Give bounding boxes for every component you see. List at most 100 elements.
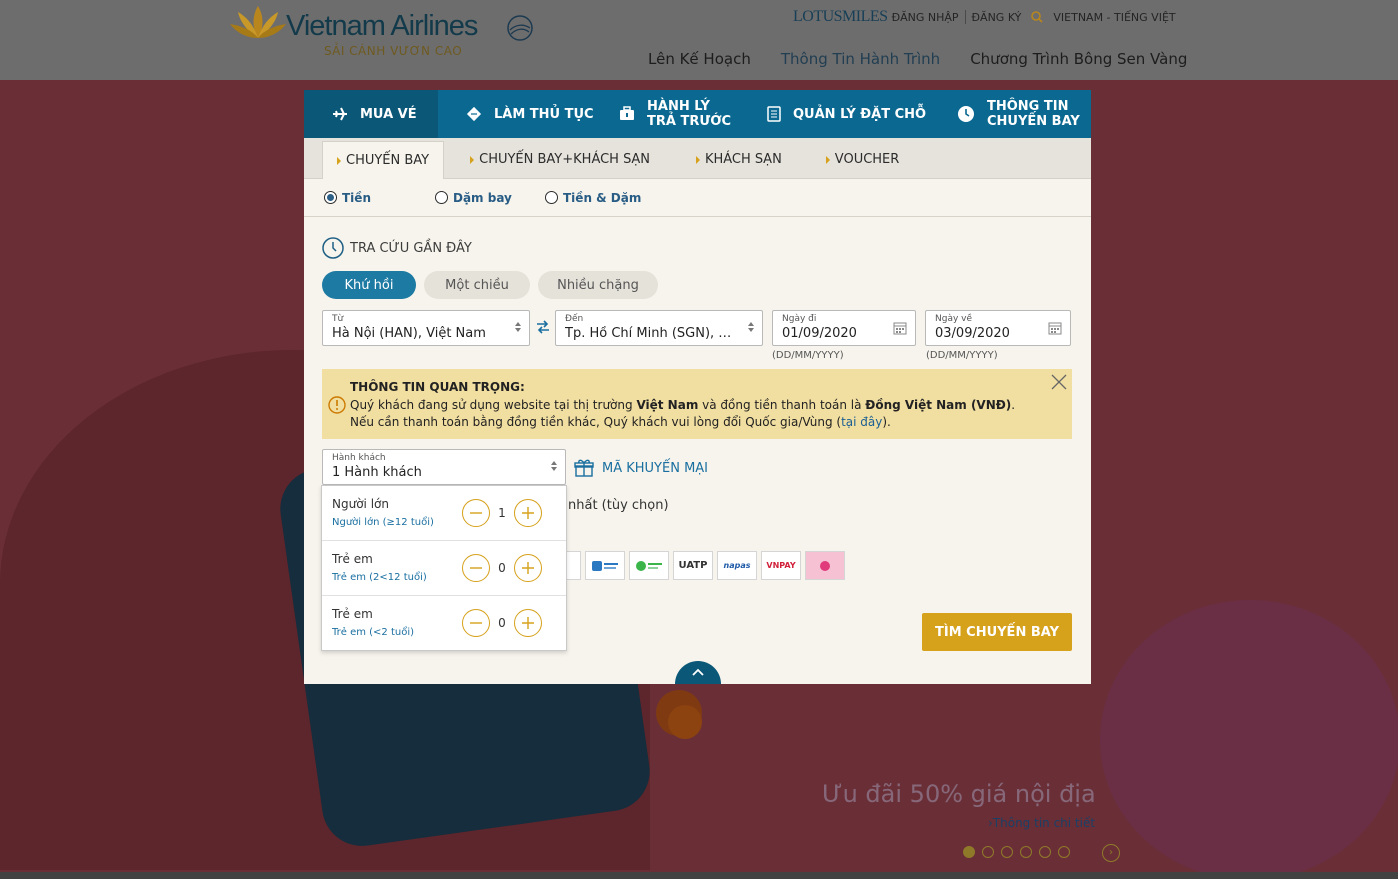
carousel-dot[interactable] xyxy=(1058,846,1070,858)
locale-selector[interactable]: VIETNAM - TIẾNG VIỆT xyxy=(1053,11,1175,24)
radio-cash-miles[interactable]: Tiền & Dặm xyxy=(545,191,641,205)
subtab-flight[interactable]: CHUYẾN BAY xyxy=(322,141,445,179)
date-format-hint: (DD/MM/YYYY) xyxy=(772,350,844,361)
radio-indicator xyxy=(435,191,448,204)
promo-code-link[interactable]: MÃ KHUYẾN MẠI xyxy=(574,458,708,478)
lotus-flower-image xyxy=(1100,600,1398,872)
radio-indicator xyxy=(324,191,337,204)
hero-decoration xyxy=(668,705,702,739)
clock-icon xyxy=(958,106,974,122)
radio-label: Tiền & Dặm xyxy=(563,190,642,205)
subtab-flight-hotel[interactable]: CHUYẾN BAY+KHÁCH SẠN xyxy=(456,141,664,178)
select-arrows-icon xyxy=(551,461,557,471)
decrement-button[interactable] xyxy=(462,609,490,637)
radio-cash[interactable]: Tiền xyxy=(324,191,435,205)
history-icon xyxy=(322,237,344,259)
search-icon[interactable] xyxy=(1031,11,1043,23)
radio-miles[interactable]: Dặm bay xyxy=(435,191,545,205)
tab-flight-info[interactable]: THÔNG TIN CHUYẾN BAY xyxy=(929,90,1091,138)
plus-icon xyxy=(522,562,534,574)
quantity-stepper: 0 xyxy=(462,554,542,582)
vietnam-airlines-logo[interactable]: Vietnam Airlines SẢI CÁNH VƯƠN CAO xyxy=(230,4,540,60)
minus-icon xyxy=(470,622,482,624)
increment-button[interactable] xyxy=(514,554,542,582)
decrement-button[interactable] xyxy=(462,499,490,527)
optional-text: nhất (tùy chọn) xyxy=(568,498,669,513)
increment-button[interactable] xyxy=(514,499,542,527)
payment-logo-icon xyxy=(585,551,625,580)
tab-checkin[interactable]: LÀM THỦ TỤC xyxy=(438,90,594,138)
carousel-dot[interactable] xyxy=(1001,846,1013,858)
from-select[interactable]: Từ Hà Nội (HAN), Việt Nam xyxy=(322,310,530,346)
passenger-select[interactable]: Hành khách 1 Hành khách xyxy=(322,449,566,485)
search-flights-button[interactable]: TÌM CHUYẾN BAY xyxy=(922,613,1072,651)
subtab-label: CHUYẾN BAY xyxy=(346,153,430,168)
quantity-value: 0 xyxy=(498,616,506,630)
increment-button[interactable] xyxy=(514,609,542,637)
payment-type-group: Tiền Dặm bay Tiền & Dặm xyxy=(304,179,1091,217)
quantity-stepper: 1 xyxy=(462,499,542,527)
quantity-stepper: 0 xyxy=(462,609,542,637)
field-label: Đến xyxy=(565,314,584,324)
lotus-logo-icon xyxy=(230,6,286,38)
carousel-dot[interactable] xyxy=(982,846,994,858)
promo-code-label: MÃ KHUYẾN MẠI xyxy=(602,460,709,476)
calendar-icon[interactable] xyxy=(893,321,907,335)
subtab-voucher[interactable]: VOUCHER xyxy=(812,141,914,178)
tab-label: HÀNH LÝ TRẢ TRƯỚC xyxy=(647,99,732,129)
subtab-hotel[interactable]: KHÁCH SẠN xyxy=(682,141,796,178)
swap-icon[interactable] xyxy=(536,319,550,335)
site-header: Vietnam Airlines SẢI CÁNH VƯƠN CAO LOTUS… xyxy=(0,0,1398,80)
recent-searches[interactable]: TRA CỨU GẦN ĐÂY xyxy=(322,237,472,259)
carousel-dot[interactable] xyxy=(1020,846,1032,858)
tab-manage-booking[interactable]: QUẢN LÝ ĐẶT CHỖ xyxy=(739,90,929,138)
top-bar: LOTUSMILES ĐĂNG NHẬP ĐĂNG KÝ VIETNAM - T… xyxy=(793,7,1176,27)
decrement-button[interactable] xyxy=(462,554,490,582)
tab-buy-ticket[interactable]: MUA VÉ xyxy=(304,90,438,138)
field-value: Hà Nội (HAN), Việt Nam xyxy=(332,326,486,341)
main-tabs: MUA VÉ LÀM THỦ TỤC HÀNH LÝ TRẢ TRƯỚC QUẢ… xyxy=(304,90,1091,138)
nav-itinerary[interactable]: Thông Tin Hành Trình xyxy=(781,50,940,68)
lotusmiles-brand[interactable]: LOTUSMILES xyxy=(793,8,888,26)
register-link[interactable]: ĐĂNG KÝ xyxy=(972,11,1022,24)
notice-title: THÔNG TIN QUAN TRỌNG: xyxy=(350,380,525,394)
hero-detail-link[interactable]: ›Thông tin chi tiết xyxy=(988,816,1095,830)
close-icon[interactable] xyxy=(1051,374,1067,390)
main-nav: Lên Kế Hoạch Thông Tin Hành Trình Chương… xyxy=(648,50,1187,68)
subtab-label: CHUYẾN BAY+KHÁCH SẠN xyxy=(479,152,650,167)
carousel-next-icon[interactable]: › xyxy=(1102,844,1120,862)
field-value: 01/09/2020 xyxy=(782,326,857,341)
passenger-row-child: Trẻ em Trẻ em (2<12 tuổi) 0 xyxy=(322,541,566,596)
carousel-dot[interactable] xyxy=(1039,846,1051,858)
passenger-row-infant: Trẻ em Trẻ em (<2 tuổi) 0 xyxy=(322,596,566,651)
carousel-dot[interactable] xyxy=(963,846,975,858)
collapse-panel-button[interactable] xyxy=(675,661,721,684)
date-format-hint: (DD/MM/YYYY) xyxy=(926,350,998,361)
trip-round[interactable]: Khứ hồi xyxy=(322,271,416,299)
minus-icon xyxy=(470,567,482,569)
payment-logo-uatp: UATP xyxy=(673,551,713,580)
tab-label: LÀM THỦ TỤC xyxy=(494,106,594,122)
depart-date-input[interactable]: Ngày đi 01/09/2020 xyxy=(772,310,916,346)
trip-oneway[interactable]: Một chiều xyxy=(424,271,530,299)
field-value: 03/09/2020 xyxy=(935,326,1010,341)
to-select[interactable]: Đến Tp. Hồ Chí Minh (SGN), Việt Nam xyxy=(555,310,763,346)
field-value: Tp. Hồ Chí Minh (SGN), Việt Nam xyxy=(565,326,732,341)
calendar-icon[interactable] xyxy=(1048,321,1062,335)
passenger-age: Trẻ em (<2 tuổi) xyxy=(332,627,415,638)
field-label: Ngày đi xyxy=(782,314,817,324)
tab-prepaid-baggage[interactable]: HÀNH LÝ TRẢ TRƯỚC xyxy=(591,90,739,138)
radio-label: Dặm bay xyxy=(453,190,512,205)
footer-bar xyxy=(0,872,1398,879)
recent-label: TRA CỨU GẦN ĐÂY xyxy=(350,240,472,256)
return-date-input[interactable]: Ngày về 03/09/2020 xyxy=(925,310,1071,346)
important-notice: THÔNG TIN QUAN TRỌNG: Quý khách đang sử … xyxy=(322,369,1072,439)
change-country-link[interactable]: tại đây xyxy=(841,415,882,429)
passenger-row-adult: Người lớn Người lớn (≥12 tuổi) 1 xyxy=(322,486,566,541)
login-link[interactable]: ĐĂNG NHẬP xyxy=(892,11,959,24)
payment-logo-icon xyxy=(805,551,845,580)
payment-logo-icon xyxy=(629,551,669,580)
nav-plan[interactable]: Lên Kế Hoạch xyxy=(648,50,751,68)
nav-lotusmiles[interactable]: Chương Trình Bông Sen Vàng xyxy=(970,50,1187,68)
trip-multicity[interactable]: Nhiều chặng xyxy=(538,271,658,299)
